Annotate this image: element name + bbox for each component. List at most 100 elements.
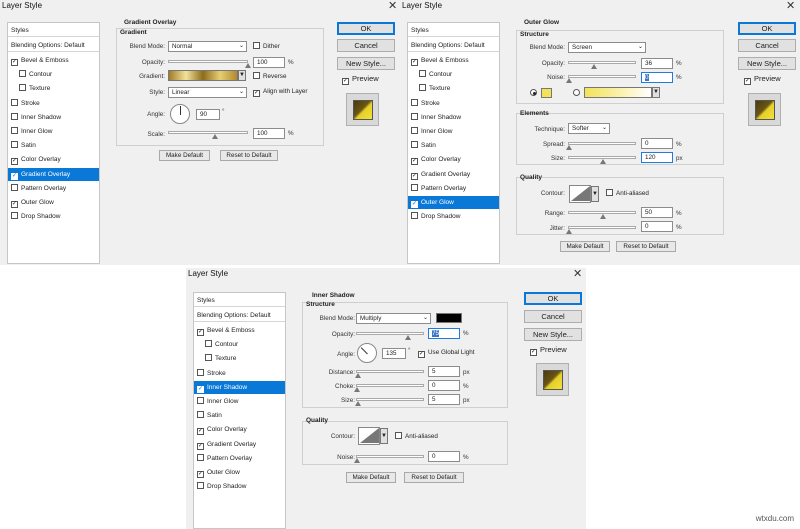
style-item-inner-glow[interactable]: Inner Glow — [408, 125, 499, 138]
style-item-color-overlay[interactable]: ✓ Color Overlay — [408, 153, 499, 166]
blend-mode-select[interactable]: Screen ⌄ — [568, 42, 646, 53]
use-global-light-checkbox[interactable]: ✓ Use Global Light — [418, 349, 475, 358]
style-item-texture[interactable]: Texture — [8, 82, 99, 95]
style-item-checkbox[interactable] — [197, 368, 204, 376]
style-item-inner-shadow[interactable]: ✓ Inner Shadow — [194, 380, 285, 394]
close-icon[interactable]: ✕ — [786, 0, 795, 12]
preview-box[interactable]: ✓ — [744, 78, 751, 85]
glow-gradient-preview[interactable] — [584, 87, 652, 98]
gradient-radio[interactable] — [573, 89, 580, 96]
cancel-button[interactable]: Cancel — [738, 39, 796, 52]
style-item-pattern-overlay[interactable]: Pattern Overlay — [408, 182, 499, 195]
jitter-input[interactable]: 0 — [641, 221, 673, 232]
style-item-drop-shadow[interactable]: Drop Shadow — [194, 480, 285, 493]
style-item-checkbox[interactable]: ✓ — [197, 471, 204, 478]
style-item-gradient-overlay[interactable]: ✓ Gradient Overlay — [408, 168, 499, 181]
style-item-checkbox[interactable]: ✓ — [197, 329, 204, 336]
angle-dial[interactable] — [170, 104, 190, 124]
style-item-checkbox[interactable] — [11, 212, 18, 220]
preview-box[interactable]: ✓ — [342, 78, 349, 85]
opacity-input[interactable]: 75 — [428, 328, 460, 339]
make-default-button[interactable]: Make Default — [560, 241, 610, 252]
style-item-gradient-overlay[interactable]: ✓ Gradient Overlay — [194, 438, 285, 451]
style-item-checkbox[interactable]: ✓ — [411, 158, 418, 166]
anti-aliased-checkbox[interactable]: Anti-aliased — [395, 432, 438, 440]
style-item-checkbox[interactable]: ✓ — [197, 385, 204, 393]
style-item-checkbox[interactable]: ✓ — [11, 172, 18, 180]
style-item-contour[interactable]: Contour — [8, 68, 99, 81]
contour-preview[interactable] — [358, 427, 380, 445]
glow-color-swatch[interactable] — [541, 88, 552, 98]
noise-slider[interactable] — [354, 455, 424, 463]
close-icon[interactable]: ✕ — [573, 267, 582, 280]
style-item-pattern-overlay[interactable]: Pattern Overlay — [194, 452, 285, 465]
range-slider[interactable] — [568, 211, 636, 219]
contour-preview[interactable] — [569, 185, 591, 203]
solid-color-radio[interactable] — [530, 89, 537, 96]
style-item-checkbox[interactable] — [11, 183, 18, 191]
style-item-stroke[interactable]: Stroke — [408, 97, 499, 110]
align-with-layer-checkbox[interactable]: ✓ Align with Layer — [253, 88, 307, 97]
style-item-stroke[interactable]: Stroke — [194, 367, 285, 380]
technique-select[interactable]: Softer ⌄ — [568, 123, 610, 134]
style-item-stroke[interactable]: Stroke — [8, 97, 99, 110]
preview-checkbox[interactable]: ✓ Preview — [744, 74, 781, 85]
gradient-dropdown-icon[interactable]: ▼ — [652, 87, 660, 98]
style-item-inner-glow[interactable]: Inner Glow — [8, 125, 99, 138]
anti-aliased-box[interactable] — [395, 432, 402, 439]
styles-header[interactable]: Styles — [8, 24, 99, 37]
new-style-button[interactable]: New Style... — [337, 57, 395, 70]
styles-header[interactable]: Styles — [408, 24, 499, 37]
style-item-checkbox[interactable] — [11, 141, 18, 149]
blend-mode-select[interactable]: Normal ⌄ — [168, 41, 247, 52]
scale-input[interactable]: 100 — [253, 128, 285, 139]
style-select[interactable]: Linear ⌄ — [168, 87, 247, 98]
size-input[interactable]: 5 — [428, 394, 460, 405]
style-item-outer-glow[interactable]: ✓ Outer Glow — [408, 196, 499, 209]
style-item-bevel-emboss[interactable]: ✓ Bevel & Emboss — [8, 54, 99, 67]
contour-dropdown-icon[interactable]: ▼ — [380, 428, 388, 444]
cancel-button[interactable]: Cancel — [337, 39, 395, 52]
size-slider[interactable] — [355, 398, 424, 406]
blending-options-item[interactable]: Blending Options: Default — [194, 309, 285, 322]
opacity-slider-thumb[interactable] — [405, 335, 411, 340]
style-item-inner-glow[interactable]: Inner Glow — [194, 395, 285, 408]
size-slider-thumb[interactable] — [355, 401, 361, 406]
style-item-checkbox[interactable] — [11, 127, 18, 134]
style-item-checkbox[interactable] — [197, 453, 204, 461]
style-item-checkbox[interactable]: ✓ — [197, 442, 204, 450]
style-item-outer-glow[interactable]: ✓ Outer Glow — [8, 196, 99, 209]
opacity-slider[interactable] — [168, 60, 251, 68]
style-item-checkbox[interactable] — [419, 70, 426, 78]
spread-slider-thumb[interactable] — [566, 145, 572, 150]
new-style-button[interactable]: New Style... — [524, 328, 582, 341]
style-item-checkbox[interactable] — [411, 98, 418, 106]
distance-slider[interactable] — [355, 370, 424, 378]
reverse-box[interactable] — [253, 72, 260, 79]
reverse-checkbox[interactable]: Reverse — [253, 72, 286, 80]
spread-slider[interactable] — [566, 142, 636, 150]
choke-input[interactable]: 0 — [428, 380, 460, 391]
spread-input[interactable]: 0 — [641, 138, 673, 149]
choke-slider-thumb[interactable] — [354, 387, 360, 392]
style-item-satin[interactable]: Satin — [8, 139, 99, 152]
style-item-pattern-overlay[interactable]: Pattern Overlay — [8, 182, 99, 195]
global-light-box[interactable]: ✓ — [418, 351, 425, 358]
ok-button[interactable]: OK — [738, 22, 796, 35]
size-slider[interactable] — [568, 156, 636, 164]
style-item-checkbox[interactable]: ✓ — [411, 59, 418, 66]
distance-slider-thumb[interactable] — [355, 373, 361, 378]
angle-input[interactable]: 90 — [196, 109, 220, 120]
style-item-checkbox[interactable] — [411, 212, 418, 220]
style-item-checkbox[interactable] — [411, 141, 418, 149]
style-item-checkbox[interactable] — [197, 411, 204, 419]
opacity-slider-thumb[interactable] — [591, 64, 597, 69]
style-item-checkbox[interactable] — [411, 112, 418, 120]
style-item-drop-shadow[interactable]: Drop Shadow — [8, 210, 99, 223]
style-item-checkbox[interactable]: ✓ — [411, 201, 418, 208]
style-item-checkbox[interactable] — [197, 397, 204, 404]
jitter-slider[interactable] — [566, 226, 636, 234]
style-item-checkbox[interactable]: ✓ — [11, 201, 18, 208]
make-default-button[interactable]: Make Default — [346, 472, 396, 483]
style-item-drop-shadow[interactable]: Drop Shadow — [408, 210, 499, 223]
